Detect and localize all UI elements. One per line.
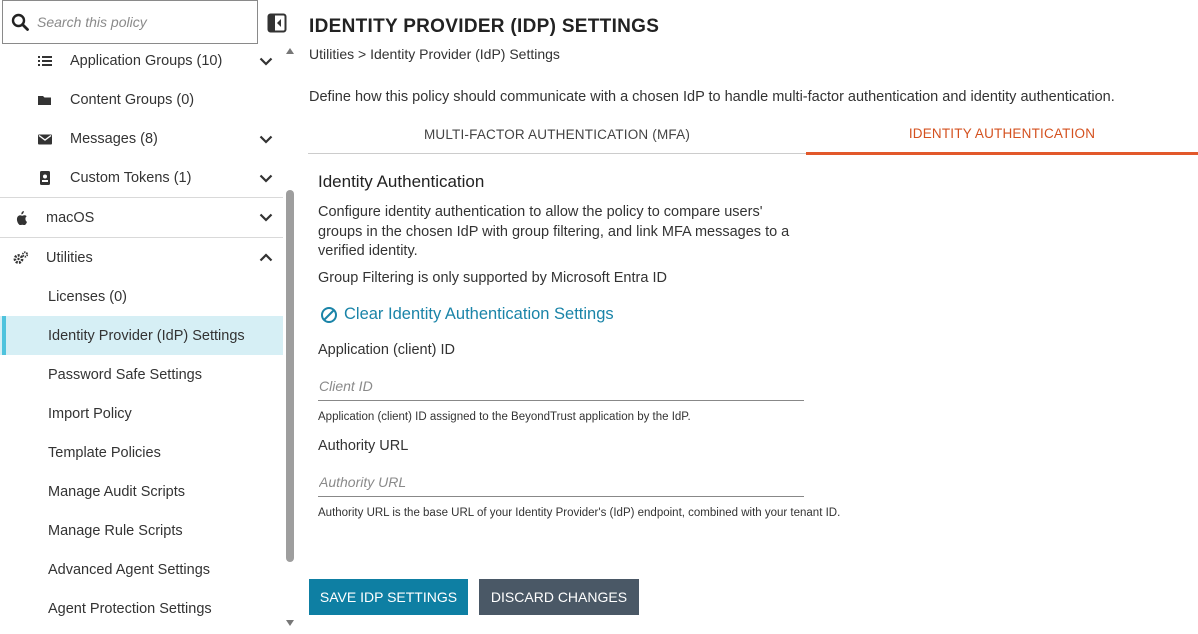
tab-mfa[interactable]: MULTI-FACTOR AUTHENTICATION (MFA) <box>308 114 806 154</box>
sidebar-item-macos[interactable]: macOS <box>0 198 283 237</box>
sidebar-item-label: Custom Tokens (1) <box>70 170 192 186</box>
scroll-down-arrow-icon[interactable] <box>286 620 294 626</box>
sidebar-item-manage-rule-scripts[interactable]: Manage Rule Scripts <box>0 511 283 550</box>
authority-url-label: Authority URL <box>318 438 409 454</box>
search-box[interactable] <box>2 0 258 44</box>
ban-icon <box>320 306 338 324</box>
sidebar-item-password-safe-settings[interactable]: Password Safe Settings <box>0 355 283 394</box>
sidebar-item-label: Content Groups (0) <box>70 92 195 108</box>
chevron-up-icon[interactable] <box>258 250 274 266</box>
page-description: Define how this policy should communicat… <box>309 89 1115 105</box>
sidebar-item-agent-protection-settings[interactable]: Agent Protection Settings <box>0 589 283 628</box>
sidebar-item-label: Identity Provider (IdP) Settings <box>48 327 245 344</box>
section-title: Identity Authentication <box>318 172 485 191</box>
sidebar-item-label: Manage Audit Scripts <box>48 483 186 500</box>
authority-url-help: Authority URL is the base URL of your Id… <box>318 507 841 519</box>
tab-identity-authentication[interactable]: IDENTITY AUTHENTICATION <box>806 114 1198 155</box>
clear-link-label: Clear Identity Authentication Settings <box>344 305 614 323</box>
scrollbar-thumb[interactable] <box>286 190 294 562</box>
search-input[interactable] <box>37 14 237 30</box>
folder-icon <box>37 92 53 108</box>
sidebar-item-label: Advanced Agent Settings <box>48 561 211 578</box>
collapse-sidebar-button[interactable] <box>266 12 288 34</box>
sidebar-item-label: macOS <box>46 209 95 226</box>
client-id-label: Application (client) ID <box>318 342 455 358</box>
sidebar-item-messages[interactable]: Messages (8) <box>0 120 283 158</box>
sidebar-item-label: Template Policies <box>48 444 161 461</box>
sidebar-item-application-groups[interactable]: Application Groups (10) <box>0 42 283 80</box>
section-description: Configure identity authentication to all… <box>318 204 790 259</box>
save-idp-settings-button[interactable]: SAVE IDP SETTINGS <box>309 579 468 615</box>
tab-bar: MULTI-FACTOR AUTHENTICATION (MFA) IDENTI… <box>308 114 1198 155</box>
breadcrumb: Utilities > Identity Provider (IdP) Sett… <box>309 46 560 62</box>
apple-icon <box>13 210 29 226</box>
sidebar-item-label: Application Groups (10) <box>70 53 223 69</box>
sidebar-item-manage-audit-scripts[interactable]: Manage Audit Scripts <box>0 472 283 511</box>
scroll-up-arrow-icon[interactable] <box>286 48 294 54</box>
chevron-down-icon[interactable] <box>258 210 274 226</box>
sidebar-item-content-groups[interactable]: Content Groups (0) <box>0 81 283 119</box>
sidebar-item-idp-settings[interactable]: Identity Provider (IdP) Settings <box>0 316 283 355</box>
chevron-down-icon[interactable] <box>258 53 274 69</box>
sidebar-item-utilities[interactable]: Utilities <box>0 238 283 277</box>
sidebar-item-label: Import Policy <box>48 405 132 422</box>
authority-url-input[interactable] <box>318 467 804 497</box>
client-id-help: Application (client) ID assigned to the … <box>318 411 691 423</box>
chevron-down-icon[interactable] <box>258 131 274 147</box>
group-filtering-note: Group Filtering is only supported by Mic… <box>318 270 667 286</box>
search-icon <box>3 13 37 31</box>
sidebar-item-label: Manage Rule Scripts <box>48 522 183 539</box>
sidebar-item-label: Agent Protection Settings <box>48 600 212 617</box>
page-title: IDENTITY PROVIDER (IDP) SETTINGS <box>309 16 660 37</box>
clear-identity-authentication-link[interactable]: Clear Identity Authentication Settings <box>320 305 614 324</box>
sidebar: Application Groups (10) Content Groups (… <box>0 0 298 634</box>
sidebar-item-custom-tokens[interactable]: Custom Tokens (1) <box>0 159 283 197</box>
id-badge-icon <box>37 170 53 186</box>
envelope-icon <box>37 131 53 147</box>
sidebar-item-licenses[interactable]: Licenses (0) <box>0 277 283 316</box>
sidebar-collapse-icon <box>267 13 287 33</box>
sidebar-item-label: Messages (8) <box>70 131 158 147</box>
client-id-input[interactable] <box>318 371 804 401</box>
sidebar-item-label: Licenses (0) <box>48 288 127 305</box>
chevron-down-icon[interactable] <box>258 170 274 186</box>
discard-changes-button[interactable]: DISCARD CHANGES <box>479 579 639 615</box>
sidebar-item-import-policy[interactable]: Import Policy <box>0 394 283 433</box>
main-content: IDENTITY PROVIDER (IDP) SETTINGS Utiliti… <box>298 0 1198 634</box>
sidebar-item-template-policies[interactable]: Template Policies <box>0 433 283 472</box>
sidebar-item-label: Utilities <box>46 249 93 266</box>
sidebar-item-label: Password Safe Settings <box>48 366 202 383</box>
sidebar-item-advanced-agent-settings[interactable]: Advanced Agent Settings <box>0 550 283 589</box>
sidebar-nav: Application Groups (10) Content Groups (… <box>0 42 283 634</box>
list-icon <box>37 53 53 69</box>
sidebar-scrollbar[interactable] <box>284 42 296 634</box>
gears-icon <box>13 250 29 266</box>
